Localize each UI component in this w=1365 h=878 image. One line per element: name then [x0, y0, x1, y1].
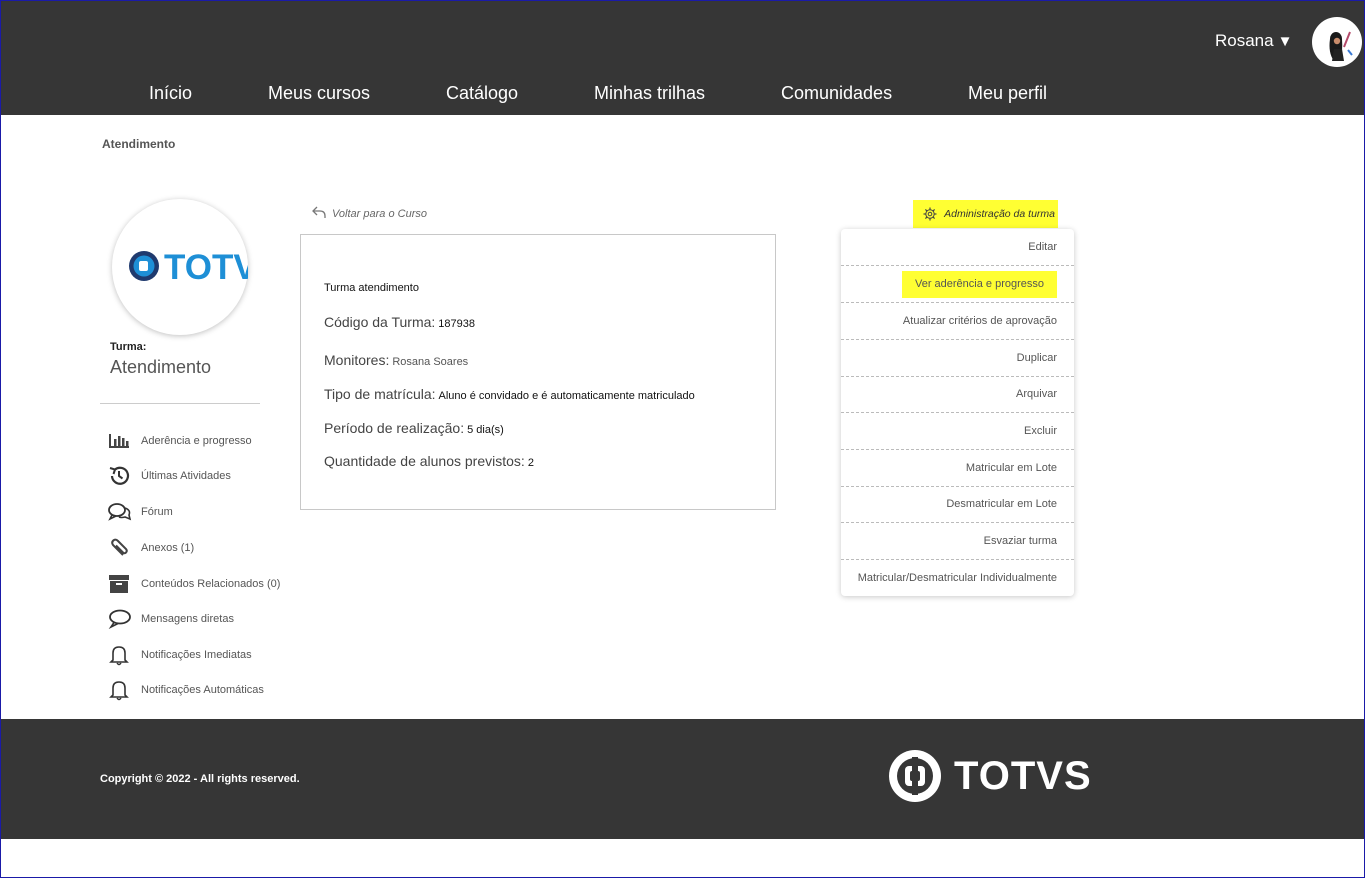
course-logo: TOTVS — [112, 199, 280, 335]
card-title: Turma atendimento — [324, 282, 419, 294]
totvs-logo-icon: TOTVS — [129, 248, 280, 287]
menu-item-arquivar[interactable]: Arquivar — [841, 376, 1074, 413]
menu-item-ver-aderencia[interactable]: Ver aderência e progresso — [841, 266, 1074, 303]
sidebar-item-ultimas-atividades[interactable]: Últimas Atividades — [108, 464, 231, 488]
admin-menu-label: Administração da turma — [944, 208, 1055, 220]
nav-meu-perfil[interactable]: Meu perfil — [968, 83, 1047, 104]
sidebar-divider — [100, 403, 260, 404]
turma-details-card: Turma atendimento Código da Turma: 187938… — [300, 234, 776, 510]
detail-row-codigo: Código da Turma: 187938 — [324, 314, 475, 330]
nav-comunidades[interactable]: Comunidades — [781, 83, 892, 104]
sidebar-item-mensagens-diretas[interactable]: Mensagens diretas — [108, 607, 234, 631]
back-link-label: Voltar para o Curso — [332, 208, 427, 220]
sidebar-item-forum[interactable]: Fórum — [108, 500, 173, 524]
detail-value: 187938 — [438, 318, 476, 330]
menu-item-excluir[interactable]: Excluir — [841, 413, 1074, 450]
admin-menu-toggle[interactable]: Administração da turma — [913, 200, 1058, 228]
copyright-text: Copyright © 2022 - All rights reserved. — [100, 773, 300, 785]
sidebar-item-aderencia[interactable]: Aderência e progresso — [108, 429, 252, 453]
detail-label: Tipo de matrícula: — [324, 386, 436, 402]
detail-row-monitores: Monitores: Rosana Soares — [324, 352, 468, 368]
sidebar-item-anexos[interactable]: Anexos (1) — [108, 536, 194, 560]
nav-meus-cursos[interactable]: Meus cursos — [268, 83, 370, 104]
nav-catalogo[interactable]: Catálogo — [446, 83, 518, 104]
totvs-mark-icon — [889, 750, 941, 802]
detail-label: Monitores: — [324, 352, 390, 368]
menu-item-matricular-individualmente[interactable]: Matricular/Desmatricular Individualmente — [841, 560, 1074, 597]
menu-item-atualizar-criterios[interactable]: Atualizar critérios de aprovação — [841, 303, 1074, 340]
history-icon — [108, 464, 134, 488]
top-header: Rosana ▼ Início Meus cursos Catálogo Minh… — [0, 0, 1365, 115]
sidebar-item-conteudos-relacionados[interactable]: Conteúdos Relacionados (0) — [108, 572, 280, 596]
detail-label: Quantidade de alunos previstos: — [324, 453, 525, 469]
bell-icon — [108, 643, 134, 667]
sidebar-item-notificacoes-imediatas[interactable]: Notificações Imediatas — [108, 643, 252, 667]
bar-chart-icon — [108, 429, 134, 453]
comments-icon — [108, 500, 134, 524]
sidebar-item-label: Notificações Imediatas — [141, 649, 252, 661]
footer: Copyright © 2022 - All rights reserved. … — [0, 719, 1365, 839]
detail-value: Aluno é convidado e é automaticamente ma… — [438, 390, 695, 402]
sidebar-item-label: Anexos (1) — [141, 542, 195, 554]
breadcrumb: Atendimento — [102, 137, 176, 151]
turma-label: Turma: — [110, 341, 147, 353]
nav-inicio[interactable]: Início — [149, 83, 192, 104]
menu-item-desmatricular-lote[interactable]: Desmatricular em Lote — [841, 486, 1074, 523]
sidebar-item-label: Mensagens diretas — [141, 613, 234, 625]
admin-dropdown-menu: Editar Ver aderência e progresso Atualiz… — [841, 229, 1074, 596]
chat-bubble-icon — [108, 607, 134, 631]
sidebar-item-notificacoes-automaticas[interactable]: Notificações Automáticas — [108, 678, 264, 702]
archive-box-icon — [108, 572, 134, 596]
course-logo-text: TOTVS — [164, 248, 248, 287]
menu-item-duplicar[interactable]: Duplicar — [841, 340, 1074, 377]
detail-label: Período de realização: — [324, 420, 465, 436]
back-arrow-icon — [312, 206, 326, 222]
footer-logo-text: TOTVS — [954, 753, 1092, 798]
bell-icon — [108, 678, 134, 702]
caret-down-icon: ▼ — [1277, 33, 1293, 50]
main-nav: Início Meus cursos Catálogo Minhas trilh… — [0, 83, 1365, 107]
sidebar-item-label: Conteúdos Relacionados (0) — [141, 578, 281, 590]
detail-label: Código da Turma: — [324, 314, 436, 330]
menu-item-matricular-lote[interactable]: Matricular em Lote — [841, 450, 1074, 487]
turma-name: Atendimento — [110, 357, 212, 377]
sidebar-item-label: Fórum — [141, 506, 173, 518]
sidebar-item-label: Notificações Automáticas — [141, 684, 264, 696]
detail-row-periodo: Período de realização: 5 dia(s) — [324, 420, 504, 436]
menu-item-esvaziar-turma[interactable]: Esvaziar turma — [841, 523, 1074, 560]
gear-icon — [923, 207, 937, 221]
sidebar-item-label: Aderência e progresso — [141, 435, 252, 447]
avatar-illustration-icon — [1329, 31, 1353, 61]
nav-minhas-trilhas[interactable]: Minhas trilhas — [594, 83, 705, 104]
detail-row-quantidade-alunos: Quantidade de alunos previstos: 2 — [324, 453, 534, 469]
menu-item-editar[interactable]: Editar — [841, 229, 1074, 266]
footer-logo: TOTVS — [888, 749, 1092, 803]
detail-row-tipo-matricula: Tipo de matrícula: Aluno é convidado e é … — [324, 386, 695, 402]
detail-value: Rosana Soares — [392, 356, 469, 368]
paperclip-icon — [108, 536, 134, 560]
user-menu-toggle[interactable]: Rosana ▼ — [1215, 31, 1292, 51]
sidebar-item-label: Últimas Atividades — [141, 470, 231, 482]
back-to-course-link[interactable]: Voltar para o Curso — [312, 206, 427, 222]
user-name: Rosana — [1215, 31, 1274, 50]
avatar[interactable] — [1312, 17, 1362, 67]
menu-item-label-highlighted: Ver aderência e progresso — [901, 271, 1057, 298]
detail-value: 2 — [527, 457, 534, 469]
detail-value: 5 dia(s) — [467, 424, 504, 436]
